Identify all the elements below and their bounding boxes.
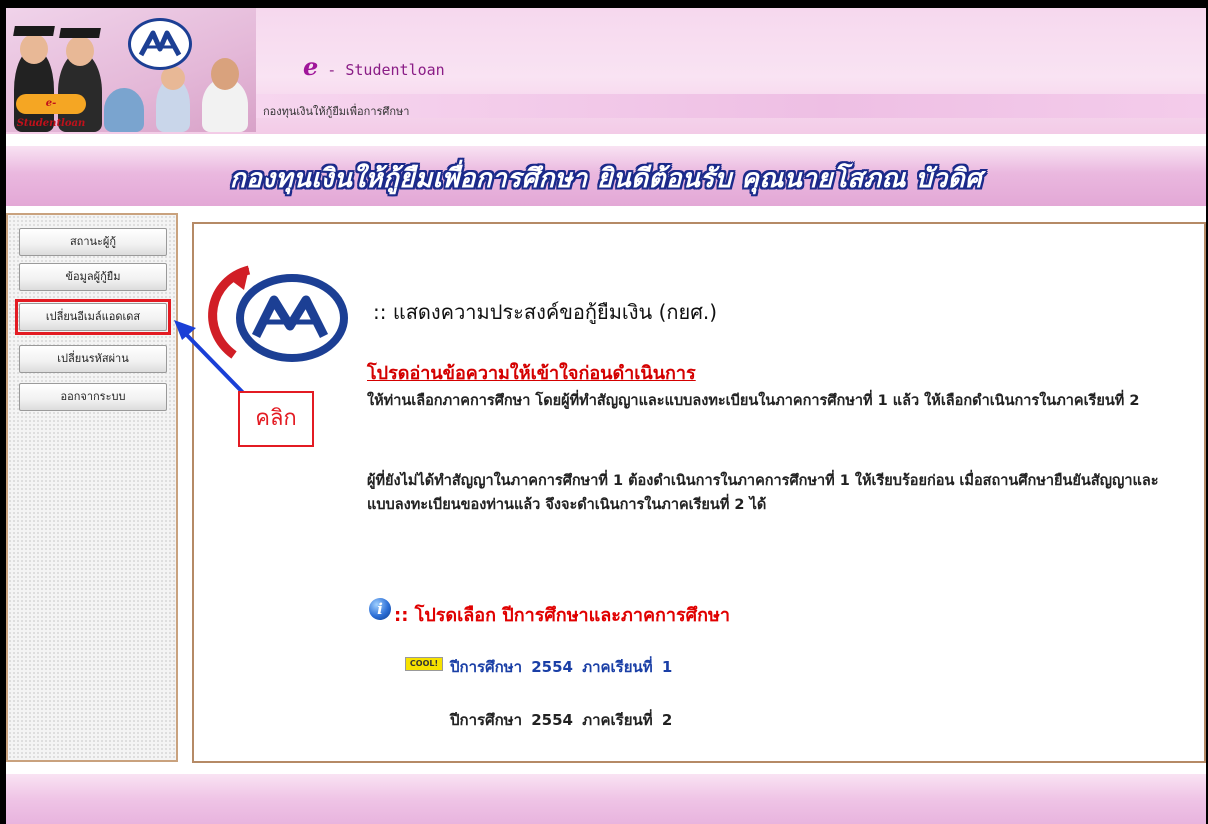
brand-prefix: e: [303, 52, 319, 81]
student-head: [211, 58, 239, 90]
page-frame: e-Studentloan e - Studentloan กองทุนเงิน…: [6, 8, 1206, 824]
brand-name: - Studentloan: [318, 61, 445, 79]
graduate-head: [66, 36, 94, 66]
select-term-heading: :: โปรดเลือก ปีการศึกษาและภาคการศึกษา: [394, 605, 730, 626]
term-link-2554-1[interactable]: ปีการศึกษา 2554 ภาคเรียนที่ 1: [450, 655, 672, 679]
welcome-message: กองทุนเงินให้กู้ยืมเพื่อการศึกษา ยินดีต้…: [229, 164, 983, 194]
menu-logout[interactable]: ออกจากระบบ: [19, 383, 167, 411]
menu-change-email[interactable]: เปลี่ยนอีเมล์แอดเดส: [19, 303, 167, 331]
graduation-cap-icon: [13, 26, 55, 36]
footer-bar: [6, 774, 1206, 824]
info-icon: i: [369, 598, 391, 620]
kyos-logo-icon: [128, 18, 192, 70]
site-header: e-Studentloan e - Studentloan กองทุนเงิน…: [6, 8, 1206, 134]
notice-heading: โปรดอ่านข้อความให้เข้าใจก่อนดำเนินการ: [367, 363, 696, 384]
sidebar-menu: สถานะผู้กู้ ข้อมูลผู้กู้ยืม เปลี่ยนอีเมล…: [6, 213, 178, 762]
graduation-cap-icon: [59, 28, 101, 38]
page-title: :: แสดงความประสงค์ขอกู้ยืมเงิน (กยศ.): [373, 300, 718, 324]
instruction-paragraph-1: ให้ท่านเลือกภาคการศึกษา โดยผู้ที่ทำสัญญา…: [367, 393, 1140, 409]
menu-borrower-info[interactable]: ข้อมูลผู้กู้ยืม: [19, 263, 167, 291]
e-studentloan-badge: e-Studentloan: [16, 94, 86, 129]
click-annotation: คลิก: [238, 391, 314, 447]
instruction-paragraph-2: ผู้ที่ยังไม่ได้ทำสัญญาในภาคการศึกษาที่ 1…: [367, 473, 1159, 513]
menu-change-password[interactable]: เปลี่ยนรหัสผ่าน: [19, 345, 167, 373]
term-link-2554-2[interactable]: ปีการศึกษา 2554 ภาคเรียนที่ 2: [450, 708, 672, 732]
welcome-bar: กองทุนเงินให้กู้ยืมเพื่อการศึกษา ยินดีต้…: [6, 144, 1206, 206]
header-subtitle: กองทุนเงินให้กู้ยืมเพื่อการศึกษา: [263, 105, 410, 118]
main-panel: :: แสดงความประสงค์ขอกู้ยืมเงิน (กยศ.) โป…: [192, 222, 1206, 763]
graduate-head: [20, 34, 48, 64]
app-brand: e - Studentloan: [303, 52, 445, 81]
banner-photo: e-Studentloan: [6, 8, 256, 132]
cool-badge-icon: COOL!: [405, 657, 443, 671]
menu-borrower-status[interactable]: สถานะผู้กู้: [19, 228, 167, 256]
student-figure: [104, 88, 144, 132]
